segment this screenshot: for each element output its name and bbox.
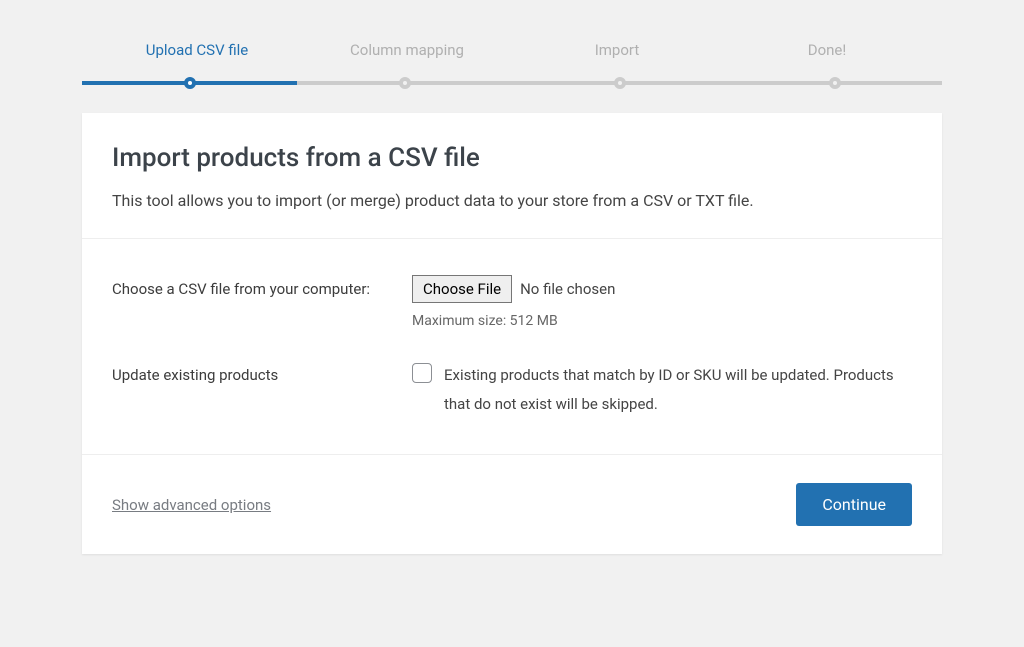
file-picker: Choose File No file chosen: [412, 275, 912, 303]
progress-track: [82, 81, 942, 85]
import-card: Import products from a CSV file This too…: [82, 113, 942, 554]
update-description: Existing products that match by ID or SK…: [444, 361, 912, 418]
update-existing-checkbox[interactable]: [412, 363, 432, 383]
step-label: Import: [595, 41, 640, 59]
card-footer: Show advanced options Continue: [82, 455, 942, 554]
choose-file-button[interactable]: Choose File: [412, 275, 512, 303]
file-status: No file chosen: [520, 280, 615, 298]
file-size-hint: Maximum size: 512 MB: [412, 313, 912, 329]
step-dot-done: [829, 77, 841, 89]
page-title: Import products from a CSV file: [112, 143, 912, 173]
step-dot-upload: [184, 77, 196, 89]
step-dot-mapping: [399, 77, 411, 89]
step-dot-import: [614, 77, 626, 89]
page-description: This tool allows you to import (or merge…: [112, 191, 912, 210]
step-label: Done!: [808, 41, 847, 59]
step-label: Upload CSV file: [146, 41, 249, 59]
card-header: Import products from a CSV file This too…: [82, 113, 942, 239]
update-control: Existing products that match by ID or SK…: [412, 361, 912, 418]
step-label: Column mapping: [350, 41, 464, 59]
form-body: Choose a CSV file from your computer: Ch…: [82, 239, 942, 455]
update-label: Update existing products: [112, 361, 412, 390]
continue-button[interactable]: Continue: [796, 483, 912, 526]
advanced-options-link[interactable]: Show advanced options: [112, 496, 271, 514]
file-row: Choose a CSV file from your computer: Ch…: [112, 259, 912, 345]
file-label: Choose a CSV file from your computer:: [112, 275, 412, 304]
file-control: Choose File No file chosen Maximum size:…: [412, 275, 912, 329]
update-row: Update existing products Existing produc…: [112, 345, 912, 434]
